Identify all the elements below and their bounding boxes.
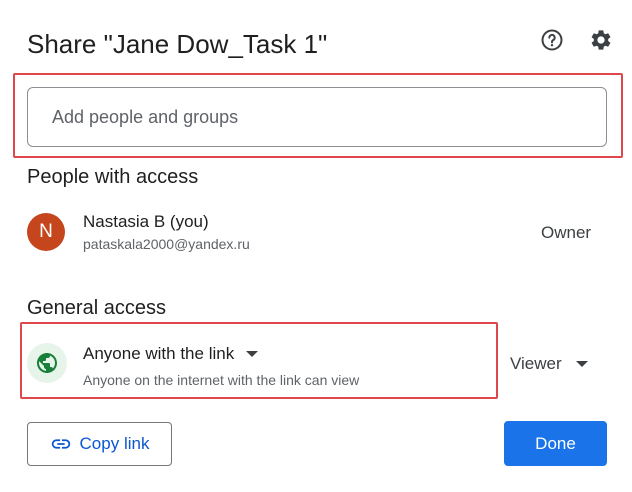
general-access-description: Anyone on the internet with the link can…: [83, 372, 360, 388]
general-access-dropdown[interactable]: Anyone with the link: [83, 344, 259, 364]
done-button[interactable]: Done: [504, 421, 607, 466]
help-circle-icon: [541, 29, 563, 51]
person-name: Nastasia B (you): [83, 212, 209, 231]
person-role: Owner: [541, 223, 592, 242]
gear-icon: [591, 30, 611, 50]
link-icon: [51, 439, 70, 449]
dropdown-arrow-icon: [575, 361, 588, 367]
copy-link-button[interactable]: Copy link: [27, 422, 172, 466]
general-access-selected: Anyone with the link: [83, 344, 235, 363]
people-with-access-heading: People with access: [27, 166, 199, 188]
person-email: pataskala2000@yandex.ru: [83, 236, 250, 252]
general-access-heading: General access: [27, 297, 166, 319]
add-people-input[interactable]: [27, 87, 607, 147]
globe-icon: [37, 353, 57, 373]
share-dialog: Share "Jane Dow_Task 1" People with acce…: [0, 0, 632, 492]
done-label: Done: [535, 433, 576, 453]
help-button[interactable]: [536, 24, 568, 56]
avatar: N: [27, 213, 65, 251]
copy-link-label: Copy link: [79, 434, 150, 453]
dialog-title: Share "Jane Dow_Task 1": [27, 29, 328, 59]
avatar-letter: N: [39, 221, 53, 242]
dropdown-arrow-icon: [246, 351, 259, 357]
viewer-role-label: Viewer: [510, 354, 562, 373]
viewer-role-dropdown[interactable]: Viewer: [510, 354, 588, 374]
globe-badge: [27, 343, 67, 383]
settings-button[interactable]: [585, 24, 617, 56]
